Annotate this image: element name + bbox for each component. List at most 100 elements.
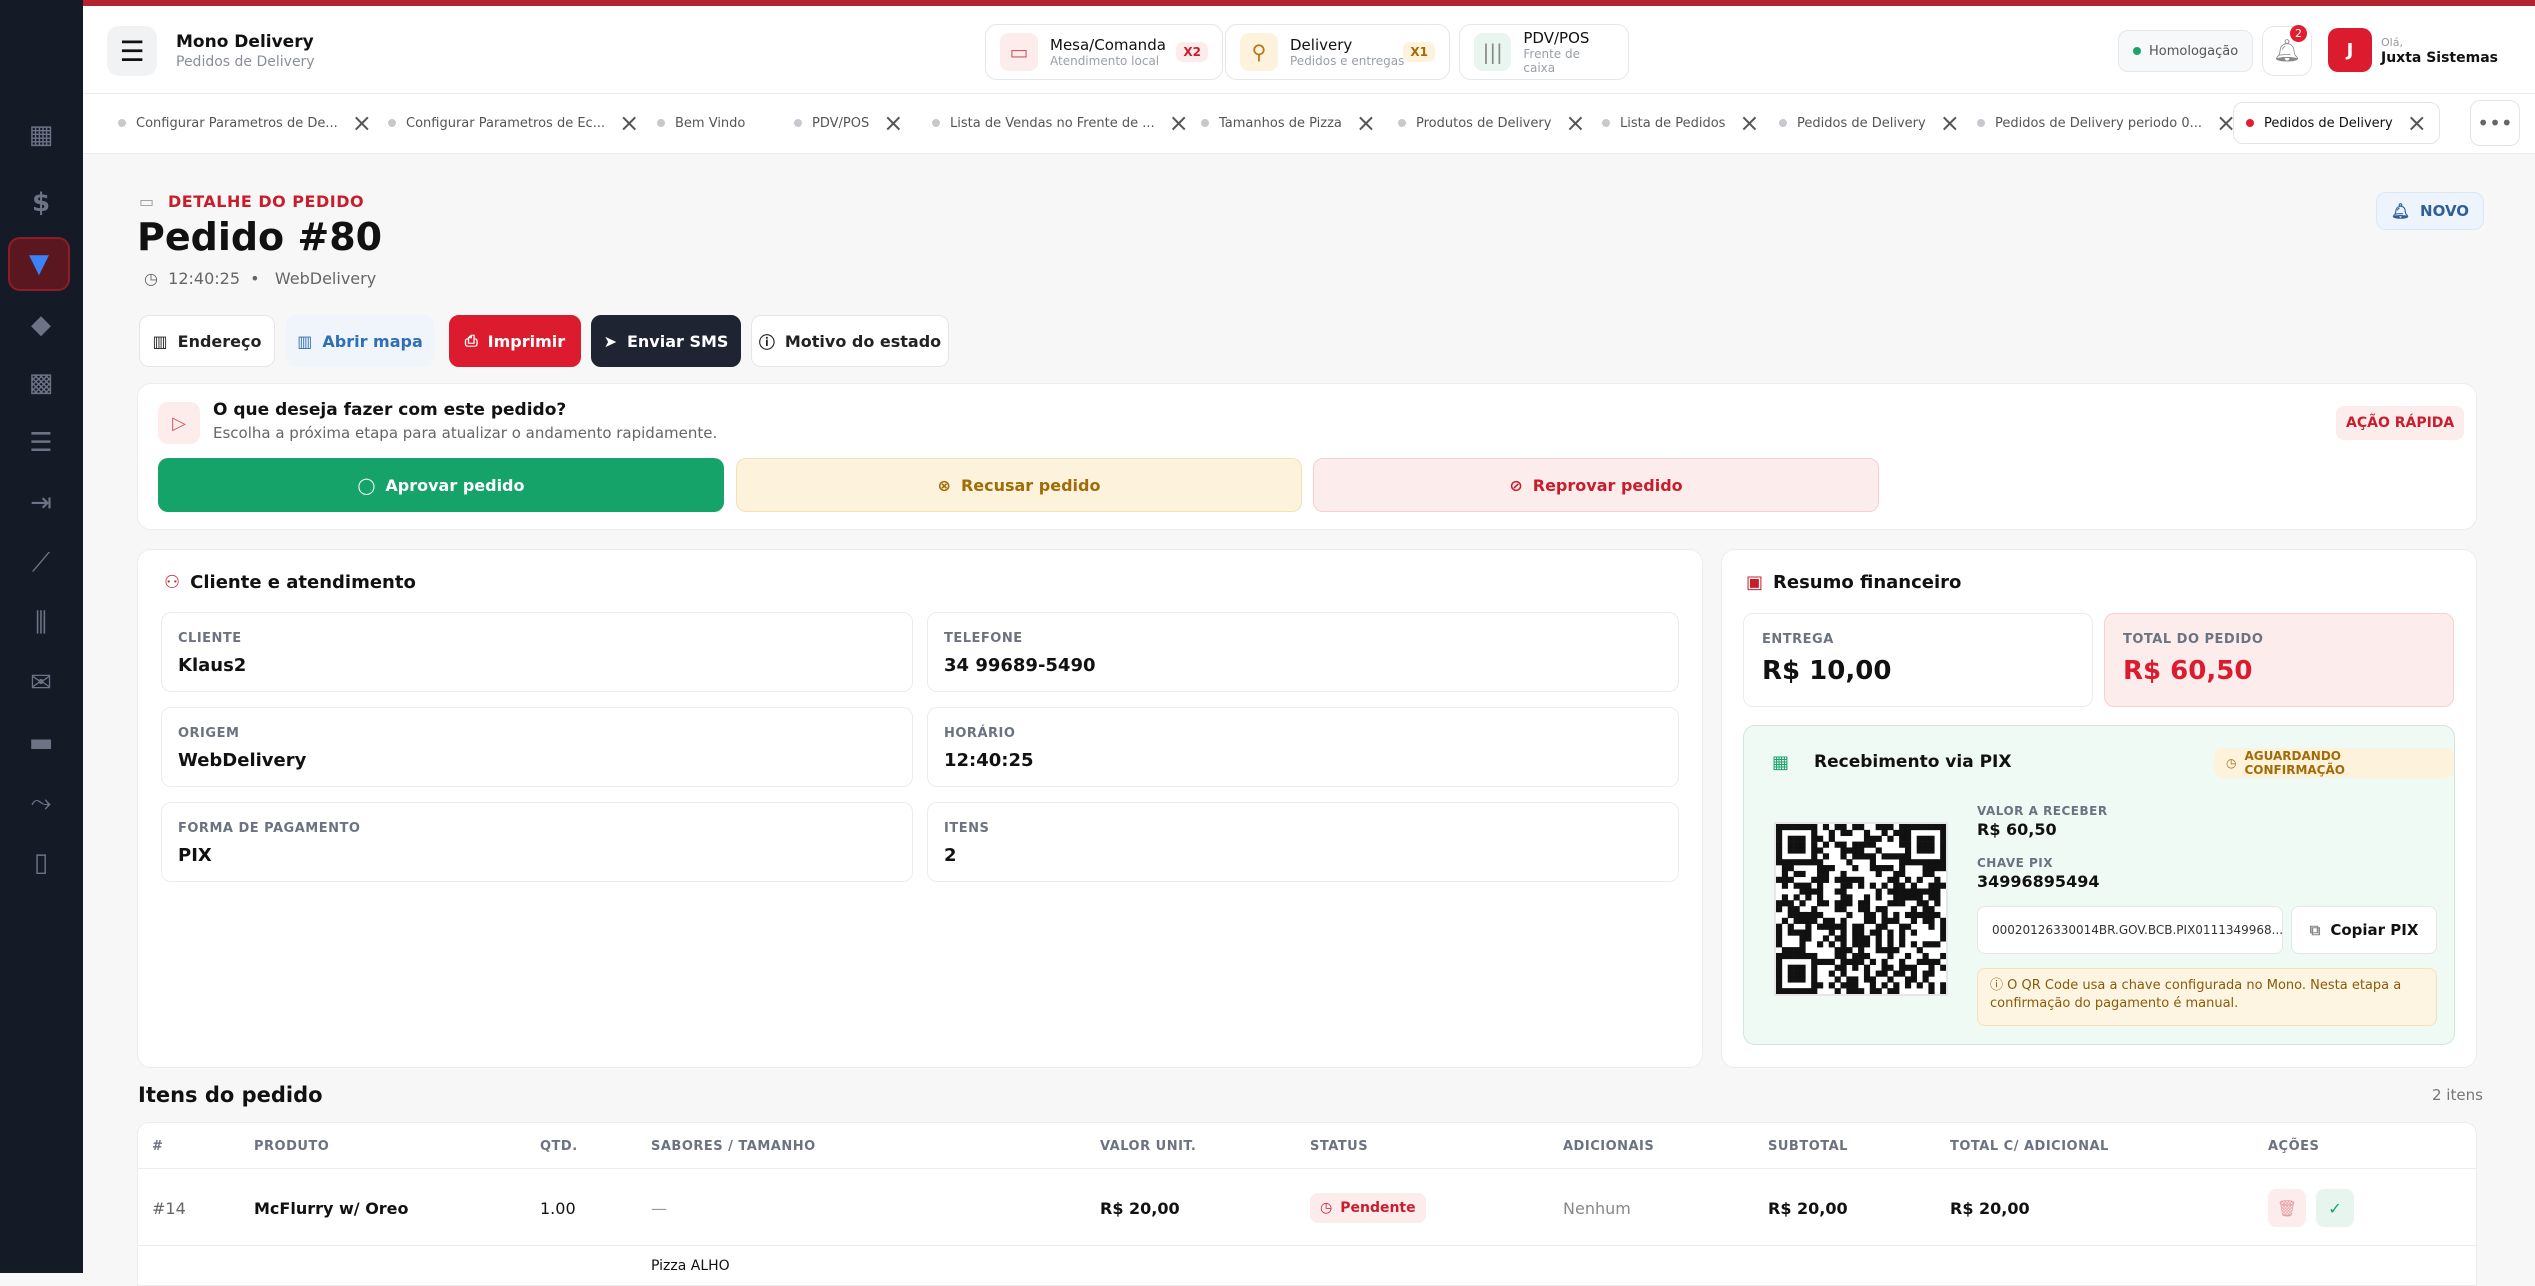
pix-amount-label: VALOR A RECEBER <box>1977 804 2108 818</box>
top-header: ☰ Mono Delivery Pedidos de Delivery ▭ Me… <box>83 6 2535 94</box>
order-meta: ◷ 12:40:25 • WebDelivery <box>144 269 377 288</box>
close-icon[interactable]: × <box>619 111 639 135</box>
module-mesa-comanda[interactable]: ▭ Mesa/Comanda Atendimento local X2 <box>985 24 1223 80</box>
tab-item-active[interactable]: Pedidos de Delivery × <box>2233 102 2440 144</box>
wallet-icon: ▣ <box>1746 572 1764 593</box>
tab-item[interactable]: Produtos de Delivery × <box>1398 102 1586 144</box>
items-table-header: # PRODUTO QTD. SABORES / TAMANHO VALOR U… <box>137 1122 2477 1168</box>
tab-item[interactable]: Tamanhos de Pizza × <box>1201 102 1376 144</box>
module-delivery[interactable]: ⚲ Delivery Pedidos e entregas X1 <box>1225 24 1450 80</box>
field-origin: ORIGEM WebDelivery <box>161 707 913 787</box>
address-button[interactable]: ▥ Endereço <box>139 315 275 367</box>
copy-pix-button[interactable]: ⧉ Copiar PIX <box>2291 906 2437 954</box>
print-button[interactable]: ⎙ Imprimir <box>449 315 581 367</box>
notifications-button[interactable]: 🔔︎ 2 <box>2262 25 2312 76</box>
clock-icon: ◷ <box>1320 1200 1333 1216</box>
close-icon[interactable]: × <box>883 111 903 135</box>
delivery-icon[interactable]: ▼ <box>8 237 70 291</box>
close-icon[interactable]: × <box>1169 111 1189 135</box>
grid-icon[interactable]: ▦ <box>22 116 60 154</box>
more-icon[interactable]: ••• <box>2470 100 2520 146</box>
status-badge: 🔔︎ NOVO <box>2376 192 2485 230</box>
close-icon[interactable]: × <box>1940 111 1960 135</box>
close-icon[interactable]: × <box>1565 111 1585 135</box>
chart-icon[interactable]: ⟋ <box>22 544 60 582</box>
close-icon[interactable]: × <box>2407 111 2427 135</box>
check-circle-icon: ◯ <box>357 475 376 495</box>
reject-button[interactable]: ⊘ Reprovar pedido <box>1313 458 1879 512</box>
approve-button[interactable]: ◯ Aprovar pedido <box>158 458 724 512</box>
row-total: R$ 20,00 <box>1950 1199 2030 1218</box>
tab-item[interactable]: Lista de Vendas no Frente de ... × <box>932 102 1189 144</box>
tab-item[interactable]: Configurar Parametros de Ec... × <box>388 102 639 144</box>
tab-item[interactable]: Configurar Parametros de De... × <box>118 102 372 144</box>
tab-item[interactable]: PDV/POS × <box>794 102 903 144</box>
row-unit-price: R$ 20,00 <box>1100 1199 1180 1218</box>
menu-icon[interactable]: ☰ <box>107 26 157 76</box>
column-header: STATUS <box>1310 1139 1369 1154</box>
monitor-icon[interactable]: ▬ <box>22 724 60 762</box>
account-greeting: Olá, <box>2381 36 2403 49</box>
list-icon[interactable]: ☰ <box>22 424 60 462</box>
open-map-button[interactable]: ▥ Abrir mapa <box>286 315 434 367</box>
field-payment: FORMA DE PAGAMENTO PIX <box>161 802 913 882</box>
bell-icon: 🔔︎ <box>2273 38 2301 64</box>
row-extras: Nenhum <box>1563 1199 1631 1218</box>
printer-icon: ⎙ <box>464 331 478 350</box>
order-time: 12:40:25 <box>168 269 240 288</box>
tab-bar: Configurar Parametros de De... × Configur… <box>83 94 2535 154</box>
inbox-icon[interactable]: ✉ <box>22 664 60 702</box>
refuse-button[interactable]: ⊗ Recusar pedido <box>736 458 1302 512</box>
field-items: ITENS 2 <box>927 802 1679 882</box>
tab-item[interactable]: Pedidos de Delivery × <box>1779 102 1960 144</box>
bell-icon: 🔔︎ <box>2391 202 2411 220</box>
quick-action-badge: AÇÃO RÁPIDA <box>2336 406 2465 440</box>
state-reason-button[interactable]: ⓘ Motivo do estado <box>751 315 949 367</box>
bike-icon: ⚲ <box>1240 33 1278 71</box>
dollar-icon[interactable]: $ <box>22 184 60 222</box>
module-title: Delivery <box>1290 36 1353 54</box>
module-title: Mesa/Comanda <box>1050 36 1166 54</box>
close-icon[interactable]: × <box>352 111 372 135</box>
send-icon: ➤ <box>603 331 617 351</box>
avatar[interactable]: J <box>2328 28 2372 72</box>
module-subtitle: Pedidos e entregas <box>1290 54 1405 68</box>
order-source: WebDelivery <box>274 269 377 288</box>
module-badge: X1 <box>1403 42 1435 62</box>
row-qty: 1.00 <box>540 1199 576 1218</box>
route-icon[interactable]: ⤳ <box>22 784 60 822</box>
map-icon: ▥ <box>297 331 313 351</box>
tag-icon[interactable]: ◆ <box>22 306 60 344</box>
map-icon: ▥ <box>152 331 168 351</box>
pix-amount: R$ 60,50 <box>1977 820 2057 839</box>
monitor-icon: ▭ <box>1000 33 1038 71</box>
login-icon[interactable]: ⇥ <box>22 484 60 522</box>
row-flavors: Pizza ALHO <box>651 1258 730 1274</box>
pix-panel: ▦ Recebimento via PIX ◷ AGUARDANDO CONFIR… <box>1743 725 2455 1045</box>
account-name[interactable]: Juxta Sistemas <box>2381 50 2498 66</box>
tab-item[interactable]: Bem Vindo <box>657 102 745 144</box>
module-subtitle: Frente de caixa <box>1523 47 1580 75</box>
module-badge: X2 <box>1176 42 1208 62</box>
module-pdv-pos[interactable]: ||| PDV/POS Frente de caixa <box>1459 24 1629 80</box>
check-icon[interactable]: ✓ <box>2316 1189 2354 1227</box>
pix-code-field[interactable]: 00020126330014BR.GOV.BCB.PIX0111349968..… <box>1977 906 2283 954</box>
row-product: McFlurry w/ Oreo <box>254 1199 409 1218</box>
clock-icon: ◷ <box>2226 756 2237 770</box>
brand-subtitle: Pedidos de Delivery <box>176 54 315 70</box>
dashboard-icon[interactable]: ▩ <box>22 364 60 402</box>
printer-icon: ▭ <box>139 192 155 211</box>
library-icon[interactable]: ⫼ <box>22 604 60 642</box>
column-header: # <box>152 1139 164 1154</box>
client-section-title: ⚇ Cliente e atendimento <box>164 572 416 593</box>
pix-key-label: CHAVE PIX <box>1977 856 2053 870</box>
close-icon[interactable]: × <box>1356 111 1376 135</box>
send-sms-button[interactable]: ➤ Enviar SMS <box>591 315 741 367</box>
clipboard-icon[interactable]: ▯ <box>22 844 60 882</box>
tab-item[interactable]: Pedidos de Delivery periodo 0... × <box>1977 102 2236 144</box>
trash-icon[interactable]: 🗑︎ <box>2268 1189 2306 1227</box>
quick-subtitle: Escolha a próxima etapa para atualizar o… <box>213 424 718 442</box>
column-header: SUBTOTAL <box>1768 1139 1848 1154</box>
tab-item[interactable]: Lista de Pedidos × <box>1602 102 1760 144</box>
close-icon[interactable]: × <box>1739 111 1759 135</box>
